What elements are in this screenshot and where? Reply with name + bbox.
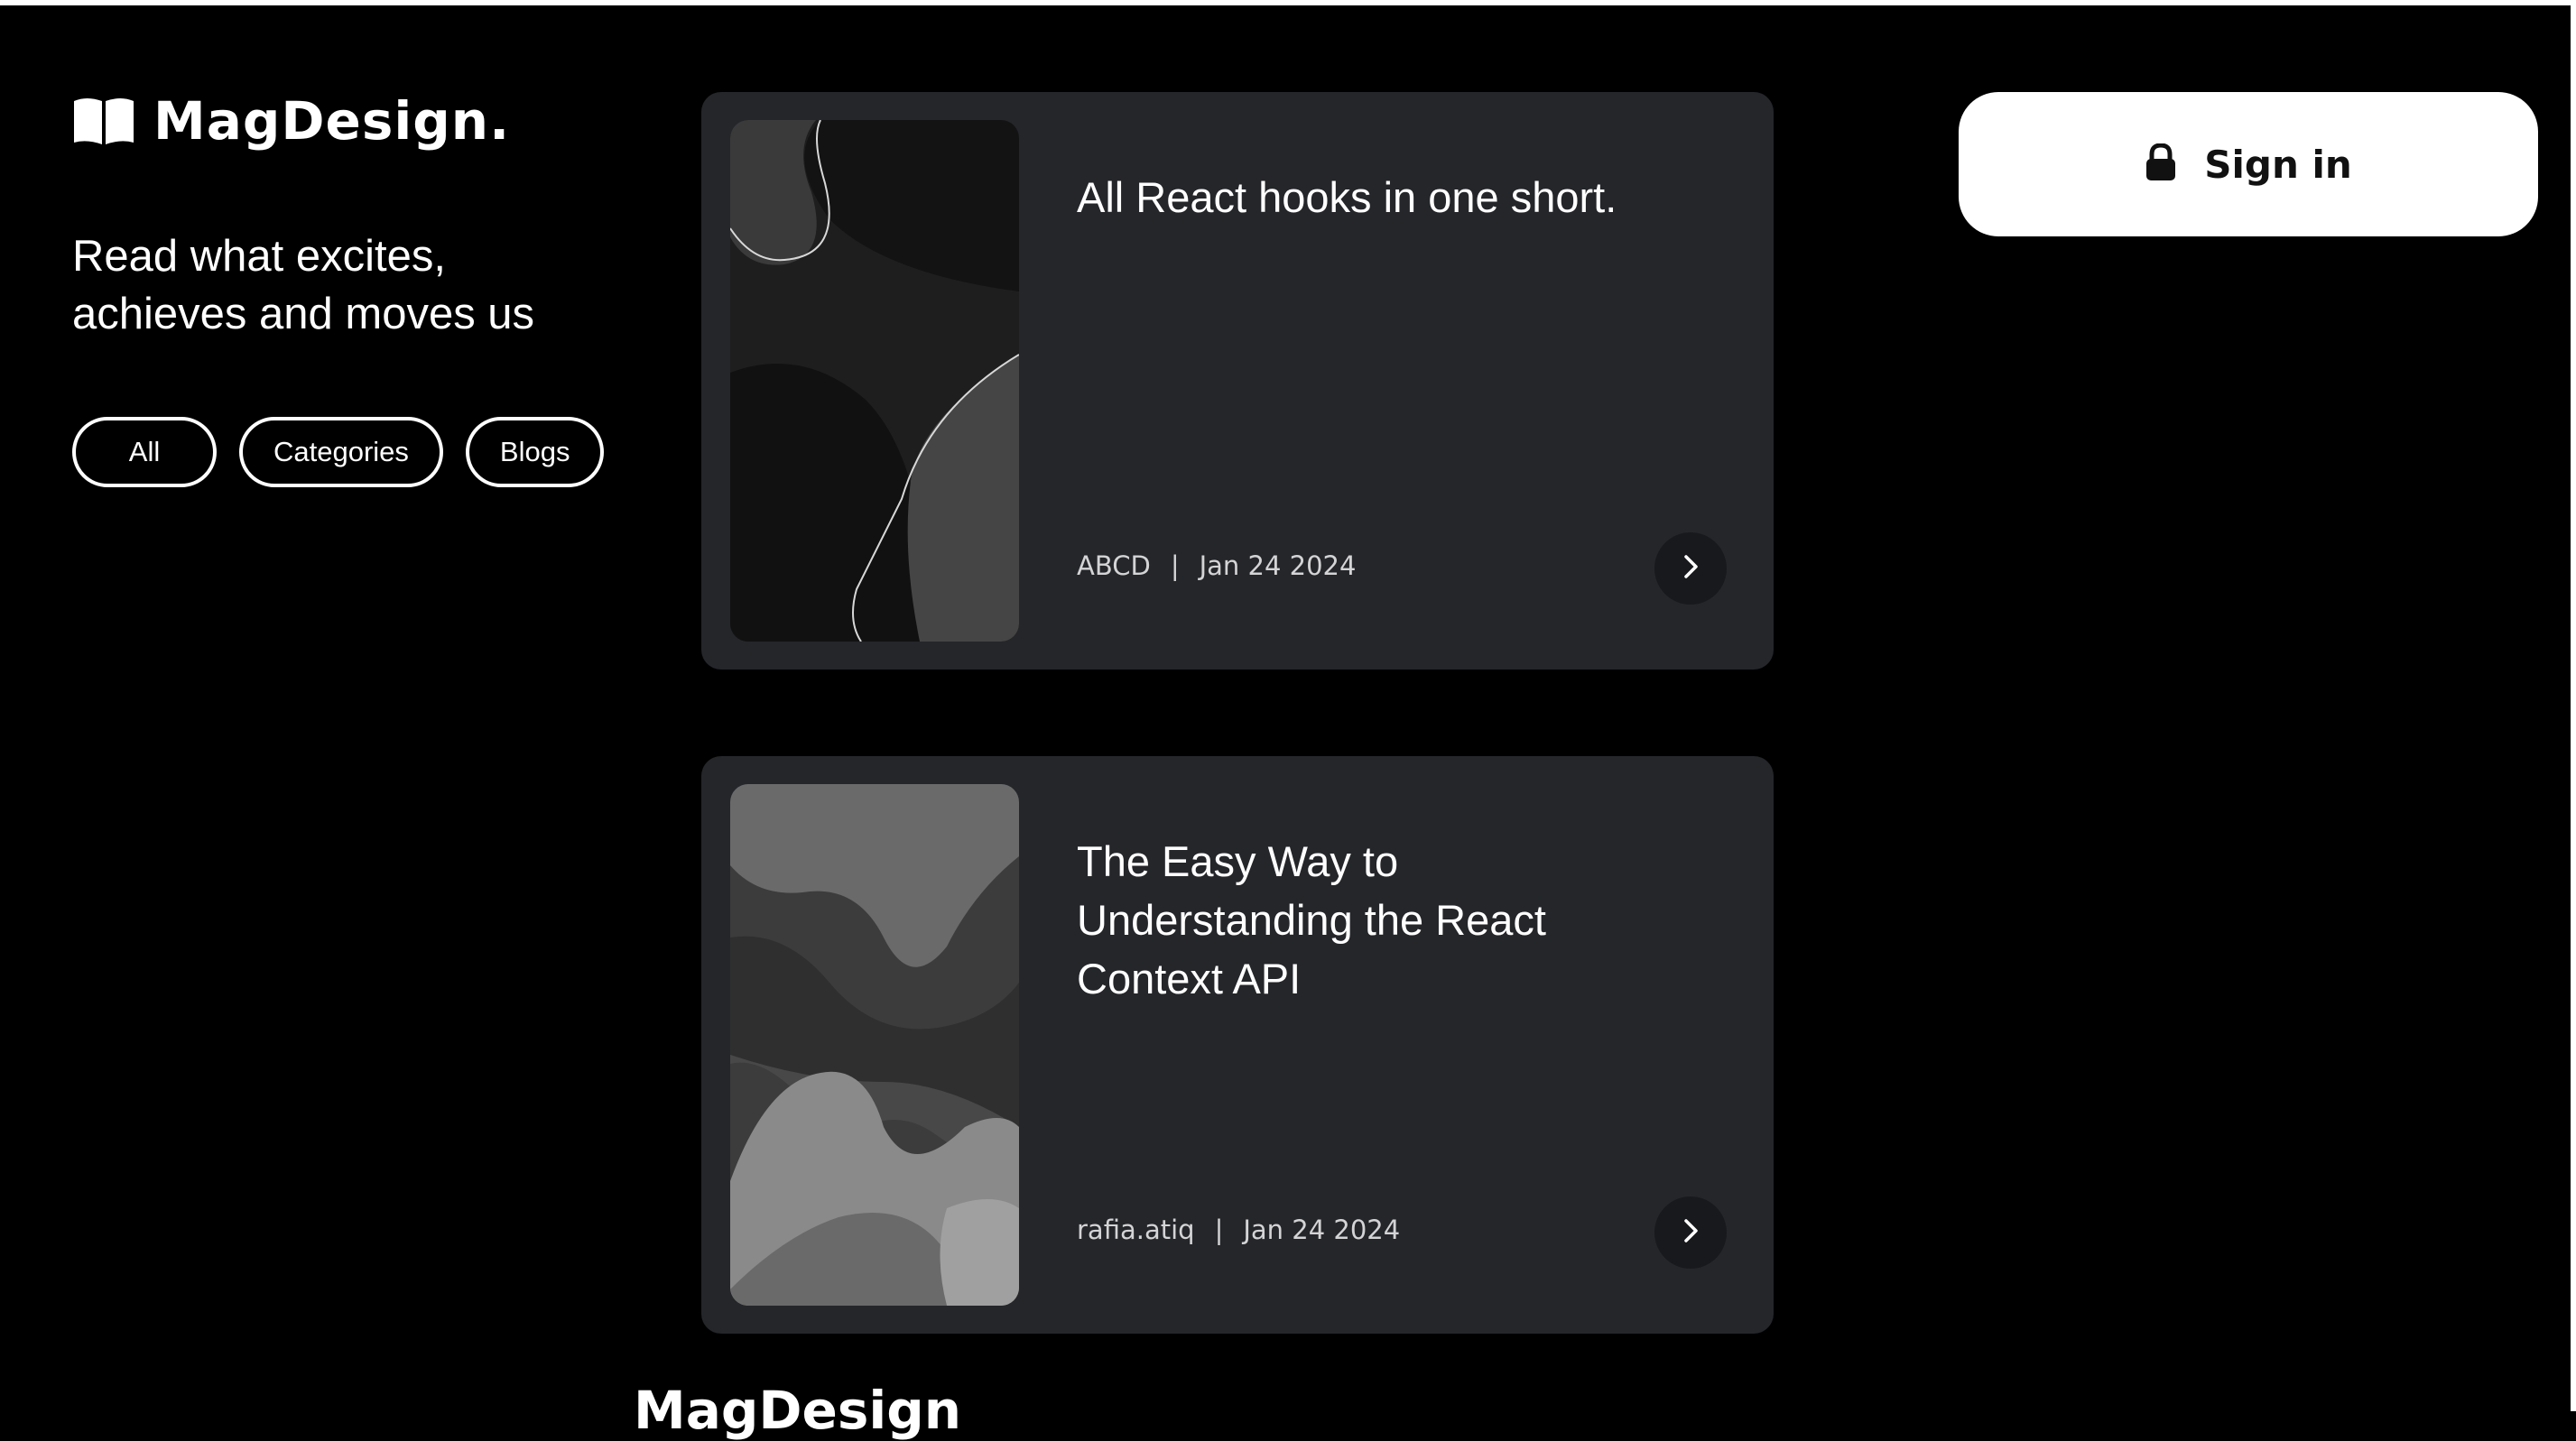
open-post-button[interactable] — [1654, 532, 1727, 605]
post-thumbnail — [730, 120, 1019, 642]
post-meta: rafia.atiq | Jan 24 2024 — [1077, 1215, 1400, 1245]
filter-blogs-button[interactable]: Blogs — [465, 417, 605, 487]
post-thumbnail — [730, 784, 1019, 1306]
open-post-button[interactable] — [1654, 1196, 1727, 1269]
window-right-edge — [2571, 0, 2576, 1411]
sign-in-button[interactable]: Sign in — [1959, 92, 2538, 236]
window-top-edge — [0, 0, 2576, 5]
post-meta: ABCD | Jan 24 2024 — [1077, 550, 1356, 581]
post-title[interactable]: All React hooks in one short. — [1077, 168, 1636, 226]
post-date: Jan 24 2024 — [1243, 1215, 1401, 1245]
sign-in-label: Sign in — [2204, 142, 2352, 187]
chevron-right-icon — [1677, 553, 1704, 585]
open-book-icon — [72, 96, 135, 146]
tagline: Read what excites, achieves and moves us — [72, 232, 535, 338]
post-author: rafia.atiq — [1077, 1215, 1195, 1245]
chevron-right-icon — [1677, 1217, 1704, 1249]
meta-separator: | — [1214, 1215, 1224, 1245]
brand-logo[interactable]: MagDesign. — [72, 90, 510, 152]
post-author: ABCD — [1077, 550, 1151, 581]
footer-brand: MagDesign — [634, 1380, 962, 1441]
meta-separator: | — [1170, 550, 1180, 581]
post-title[interactable]: The Easy Way to Understanding the React … — [1077, 832, 1636, 1008]
post-date: Jan 24 2024 — [1199, 550, 1357, 581]
lock-icon — [2145, 142, 2177, 186]
post-card[interactable]: The Easy Way to Understanding the React … — [701, 756, 1774, 1334]
post-card[interactable]: All React hooks in one short. ABCD | Jan… — [701, 92, 1774, 670]
filter-all-button[interactable]: All — [72, 417, 217, 487]
filter-categories-button[interactable]: Categories — [239, 417, 443, 487]
brand-name: MagDesign. — [153, 90, 511, 152]
filter-pills: All Categories Blogs — [72, 417, 605, 487]
